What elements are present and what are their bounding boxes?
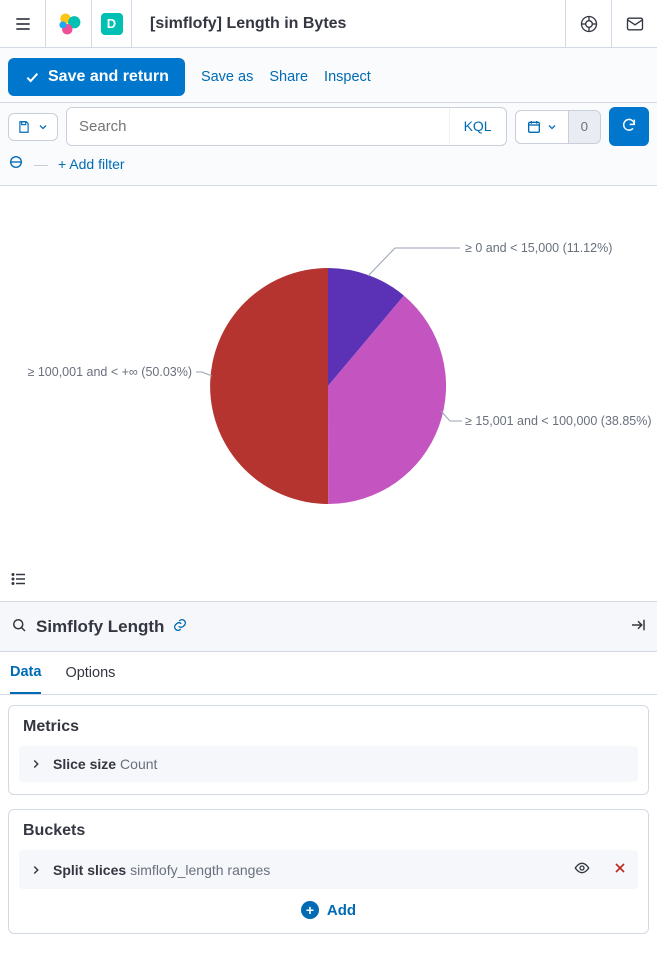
metric-row[interactable]: Slice sizeCount: [19, 746, 638, 782]
space-badge[interactable]: D: [92, 0, 132, 48]
tab-data[interactable]: Data: [10, 652, 41, 694]
page-title: [simflofy] Length in Bytes: [132, 15, 565, 33]
pie-chart: ≥ 0 and < 15,000 (11.12%) ≥ 15,001 and <…: [0, 186, 657, 566]
inspect-button[interactable]: Inspect: [324, 69, 371, 85]
chevron-down-icon: [546, 121, 558, 133]
refresh-icon: [621, 117, 637, 133]
buckets-heading: Buckets: [19, 822, 638, 840]
query-language-button[interactable]: KQL: [449, 108, 506, 145]
app-menu-button[interactable]: [0, 0, 46, 48]
elastic-logo[interactable]: [46, 0, 92, 48]
pie-label-2: ≥ 15,001 and < 100,000 (38.85%): [465, 414, 652, 428]
tab-options[interactable]: Options: [65, 652, 115, 694]
pie-slice-0[interactable]: [210, 268, 328, 504]
check-icon: [24, 69, 40, 85]
legend-toggle-icon[interactable]: [10, 570, 28, 591]
metric-sub: Count: [120, 756, 157, 772]
metric-label: Slice size: [53, 756, 116, 772]
chevron-right-icon: [29, 757, 43, 771]
index-pattern-name: Simflofy Length: [36, 617, 164, 637]
save-and-return-button[interactable]: Save and return: [8, 58, 185, 96]
metrics-heading: Metrics: [19, 718, 638, 736]
add-filter-button[interactable]: + Add filter: [58, 156, 125, 172]
save-and-return-label: Save and return: [48, 68, 169, 86]
chevron-down-icon: [37, 121, 49, 133]
add-bucket-label: Add: [327, 902, 356, 919]
mail-icon[interactable]: [611, 0, 657, 48]
metrics-panel: Metrics Slice sizeCount: [8, 705, 649, 795]
save-as-button[interactable]: Save as: [201, 69, 253, 85]
search-input[interactable]: [67, 108, 449, 145]
saved-query-button[interactable]: [8, 113, 58, 141]
bucket-sub: simflofy_length ranges: [130, 862, 270, 878]
toggle-visibility-icon[interactable]: [574, 860, 590, 879]
bucket-row[interactable]: Split slicessimflofy_length ranges: [19, 850, 638, 889]
filter-options-icon[interactable]: [8, 154, 24, 173]
bucket-label: Split slices: [53, 862, 126, 878]
help-icon[interactable]: [565, 0, 611, 48]
share-button[interactable]: Share: [269, 69, 308, 85]
time-picker-button[interactable]: [515, 110, 569, 144]
remove-bucket-icon[interactable]: [612, 860, 628, 879]
calendar-icon: [526, 119, 542, 135]
time-value-button[interactable]: 0: [569, 110, 601, 144]
save-icon: [17, 120, 31, 134]
collapse-panel-icon[interactable]: [629, 616, 647, 637]
refresh-button[interactable]: [609, 107, 649, 146]
chevron-right-icon: [29, 863, 43, 877]
space-badge-letter: D: [101, 13, 123, 35]
plus-circle-icon: +: [301, 901, 319, 919]
link-icon[interactable]: [172, 617, 188, 636]
add-bucket-button[interactable]: + Add: [301, 901, 356, 919]
search-input-group: KQL: [66, 107, 507, 146]
buckets-panel: Buckets Split slicessimflofy_length rang…: [8, 809, 649, 934]
search-icon: [10, 616, 28, 637]
pie-label-1: ≥ 0 and < 15,000 (11.12%): [465, 241, 612, 255]
pie-label-0: ≥ 100,001 and < +∞ (50.03%): [28, 365, 193, 379]
divider: —: [34, 156, 48, 172]
